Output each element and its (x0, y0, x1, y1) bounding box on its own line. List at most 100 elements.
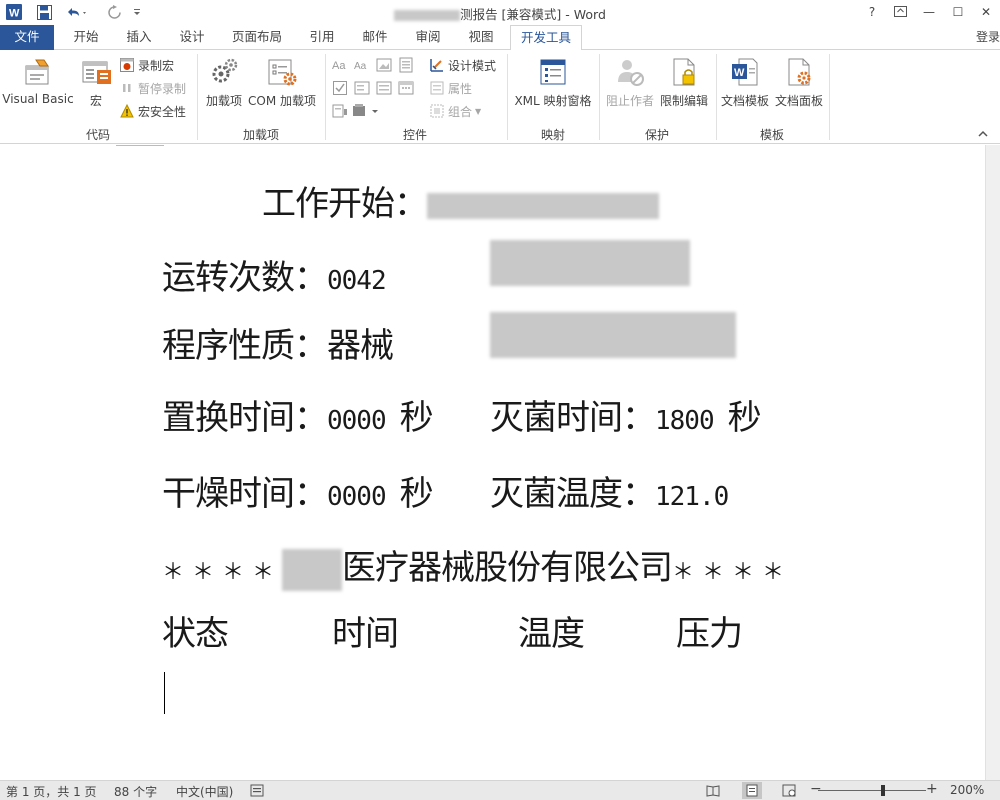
com-addins-label: COM 加载项 (248, 94, 316, 108)
tab-page-layout[interactable]: 页面布局 (222, 25, 292, 50)
repeating-section-control-icon[interactable] (332, 103, 348, 119)
drying-time-value: 0000 (327, 482, 387, 512)
sterilization-time-label: 灭菌时间： (490, 398, 656, 438)
collapse-ribbon-icon[interactable] (978, 130, 988, 141)
zoom-level[interactable]: 200% (950, 783, 984, 797)
document-template-button[interactable]: W 文档模板 (718, 54, 772, 124)
status-bar: 第 1 页，共 1 页 88 个字 中文(中国) − + 200% (0, 780, 1000, 800)
group-icon (430, 104, 444, 118)
tab-file[interactable]: 文件 (0, 25, 54, 50)
restrict-editing-button[interactable]: 限制编辑 (656, 54, 712, 124)
sterilization-temp-label: 灭菌温度： (490, 474, 656, 514)
group-label: 组合 (448, 104, 473, 119)
zoom-slider[interactable] (818, 790, 926, 791)
program-type-label: 程序性质： (162, 326, 328, 366)
zoom-out-button[interactable]: − (810, 781, 822, 797)
language[interactable]: 中文(中国) (176, 783, 233, 800)
date-picker-control-icon[interactable] (398, 80, 414, 96)
tab-home[interactable]: 开始 (62, 25, 110, 50)
svg-text:Aa: Aa (332, 60, 346, 72)
tab-view[interactable]: 视图 (457, 25, 505, 50)
macro-security-label: 宏安全性 (138, 104, 187, 119)
help-button[interactable]: ? (858, 2, 886, 22)
group-button[interactable]: 组合 ▼ (430, 101, 481, 121)
work-start-line: 工作开始： (262, 176, 659, 225)
print-layout-icon[interactable] (742, 782, 762, 799)
picture-control-icon[interactable] (376, 57, 392, 73)
group-separator (507, 54, 508, 140)
com-addins-button[interactable]: COM 加载项 (246, 54, 318, 124)
block-authors-button[interactable]: 阻止作者 (603, 54, 657, 124)
run-count-line: 运转次数：0042 (162, 250, 387, 299)
tab-insert[interactable]: 插入 (115, 25, 163, 50)
document-panel-button[interactable]: 文档面板 (772, 54, 826, 124)
ribbon-display-options-icon[interactable] (886, 2, 914, 22)
rich-text-control-icon[interactable]: Aa (332, 57, 348, 73)
group-dropdown-icon: ▼ (475, 106, 482, 116)
ribbon-developer: Visual Basic 宏 录制宏 暂停录制 宏安全性 代码 加载项 COM … (0, 50, 1000, 144)
company-name: 医疗器械股份有限公司 (342, 548, 673, 588)
web-layout-icon[interactable] (782, 784, 796, 797)
tab-design[interactable]: 设计 (168, 25, 216, 50)
ribbon-tabs: 文件 开始 插入 设计 页面布局 引用 邮件 审阅 视图 开发工具 登录 (0, 25, 1000, 51)
tab-references[interactable]: 引用 (298, 25, 346, 50)
pause-recording-label: 暂停录制 (138, 81, 187, 96)
record-macro-button[interactable]: 录制宏 (120, 55, 174, 75)
addins-label: 加载项 (205, 94, 242, 108)
vertical-scrollbar[interactable] (985, 145, 1000, 780)
tab-review[interactable]: 审阅 (404, 25, 452, 50)
xml-mapping-icon (540, 59, 566, 85)
warning-icon (120, 104, 134, 118)
close-button[interactable]: ✕ (972, 2, 1000, 22)
sign-in-link[interactable]: 登录 (976, 28, 1000, 45)
design-mode-button[interactable]: 设计模式 (430, 55, 496, 75)
gears-icon (212, 58, 238, 83)
dropdown-list-control-icon[interactable] (376, 80, 392, 96)
zoom-in-button[interactable]: + (926, 781, 938, 797)
macro-recording-icon[interactable] (250, 784, 264, 797)
macros-button[interactable]: 宏 (78, 54, 114, 124)
building-block-control-icon[interactable] (398, 57, 414, 73)
stars-right: ＊＊＊＊ (672, 560, 793, 585)
document-template-icon: W (732, 58, 758, 86)
properties-button[interactable]: 属性 (430, 78, 472, 98)
read-mode-icon[interactable] (706, 784, 720, 797)
redacted-field-1 (490, 240, 690, 286)
com-addins-icon (268, 59, 297, 86)
macro-security-button[interactable]: 宏安全性 (120, 101, 186, 121)
header-pressure: 压力 (676, 614, 743, 654)
templates-group-label: 模板 (759, 128, 784, 142)
pause-recording-button[interactable]: 暂停录制 (120, 78, 186, 98)
tab-developer[interactable]: 开发工具 (510, 25, 582, 51)
properties-label: 属性 (448, 81, 473, 96)
sterilization-temp-value: 121.0 (655, 482, 729, 512)
xml-mapping-pane-label: XML 映射窗格 (514, 94, 592, 108)
record-macro-icon (120, 58, 134, 72)
window-title: 测报告 [兼容模式] - Word (0, 4, 1000, 23)
tab-mailings[interactable]: 邮件 (351, 25, 399, 50)
combo-box-control-icon[interactable] (354, 80, 370, 96)
addins-button[interactable]: 加载项 (203, 54, 245, 124)
stars-left: ＊＊＊＊ (162, 560, 283, 585)
legacy-tools-icon[interactable] (352, 103, 380, 119)
maximize-button[interactable]: ☐ (944, 2, 972, 22)
xml-mapping-pane-button[interactable]: XML 映射窗格 (510, 54, 596, 124)
checkbox-control-icon[interactable] (332, 80, 348, 96)
drying-time-unit: 秒 (399, 474, 434, 514)
plain-text-control-icon[interactable]: Aa (354, 57, 370, 73)
work-start-label: 工作开始： (262, 184, 428, 224)
sterilization-time-unit: 秒 (727, 398, 762, 438)
macros-icon (82, 61, 111, 84)
visual-basic-button[interactable]: Visual Basic (2, 54, 74, 124)
addins-group-label: 加载项 (242, 128, 279, 142)
minimize-button[interactable]: — (915, 2, 943, 22)
drying-time-line: 干燥时间：0000 秒 (162, 466, 434, 515)
page-count[interactable]: 第 1 页，共 1 页 (6, 783, 97, 800)
word-count[interactable]: 88 个字 (114, 783, 157, 800)
replacement-time-unit: 秒 (399, 398, 434, 438)
title-bar: W 测报告 [兼容模式] - Word ? — ☐ ✕ (0, 0, 1000, 25)
zoom-slider-thumb[interactable] (880, 785, 885, 796)
page-corner-mark (116, 145, 164, 147)
properties-icon (430, 81, 444, 95)
document-panel-label: 文档面板 (774, 94, 823, 108)
